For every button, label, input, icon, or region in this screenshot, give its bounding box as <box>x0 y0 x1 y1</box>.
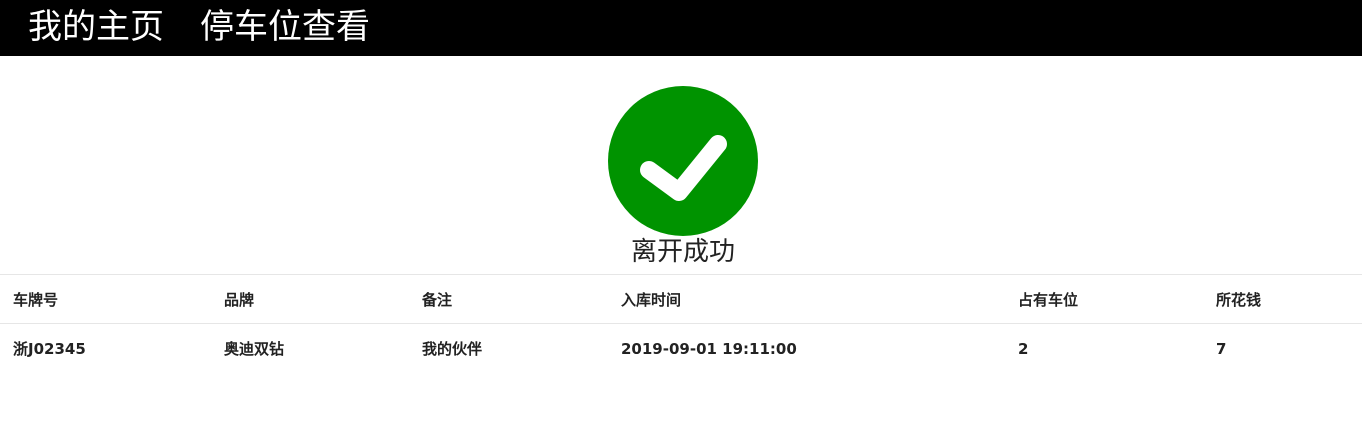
cell-note: 我的伙伴 <box>422 340 483 358</box>
table-header-row: 车牌号 品牌 备注 入库时间 占有车位 所花钱 <box>0 275 1362 324</box>
parking-record-table: 车牌号 品牌 备注 入库时间 占有车位 所花钱 浙J02345 奥迪双钻 我的伙… <box>0 274 1362 373</box>
column-header-cost: 所花钱 <box>1216 291 1262 309</box>
cell-entry-time: 2019-09-01 19:11:00 <box>621 340 797 358</box>
column-header-spaces: 占有车位 <box>1018 291 1079 309</box>
nav-link-home[interactable]: 我的主页 <box>28 5 164 49</box>
table-row: 浙J02345 奥迪双钻 我的伙伴 2019-09-01 19:11:00 2 … <box>0 324 1362 373</box>
cell-spaces: 2 <box>1018 340 1029 358</box>
cell-plate: 浙J02345 <box>13 340 86 358</box>
cell-cost: 7 <box>1216 340 1227 358</box>
column-header-note: 备注 <box>422 291 453 309</box>
column-header-brand: 品牌 <box>224 291 255 309</box>
cell-brand: 奥迪双钻 <box>224 340 285 358</box>
column-header-entry-time: 入库时间 <box>621 291 682 309</box>
check-circle-background <box>608 86 758 236</box>
nav-link-parking-view[interactable]: 停车位查看 <box>200 5 370 49</box>
success-message: 离开成功 <box>630 237 735 267</box>
column-header-plate: 车牌号 <box>13 291 59 309</box>
top-nav-bar: 我的主页 停车位查看 <box>0 0 1362 56</box>
check-circle-icon <box>608 86 758 236</box>
